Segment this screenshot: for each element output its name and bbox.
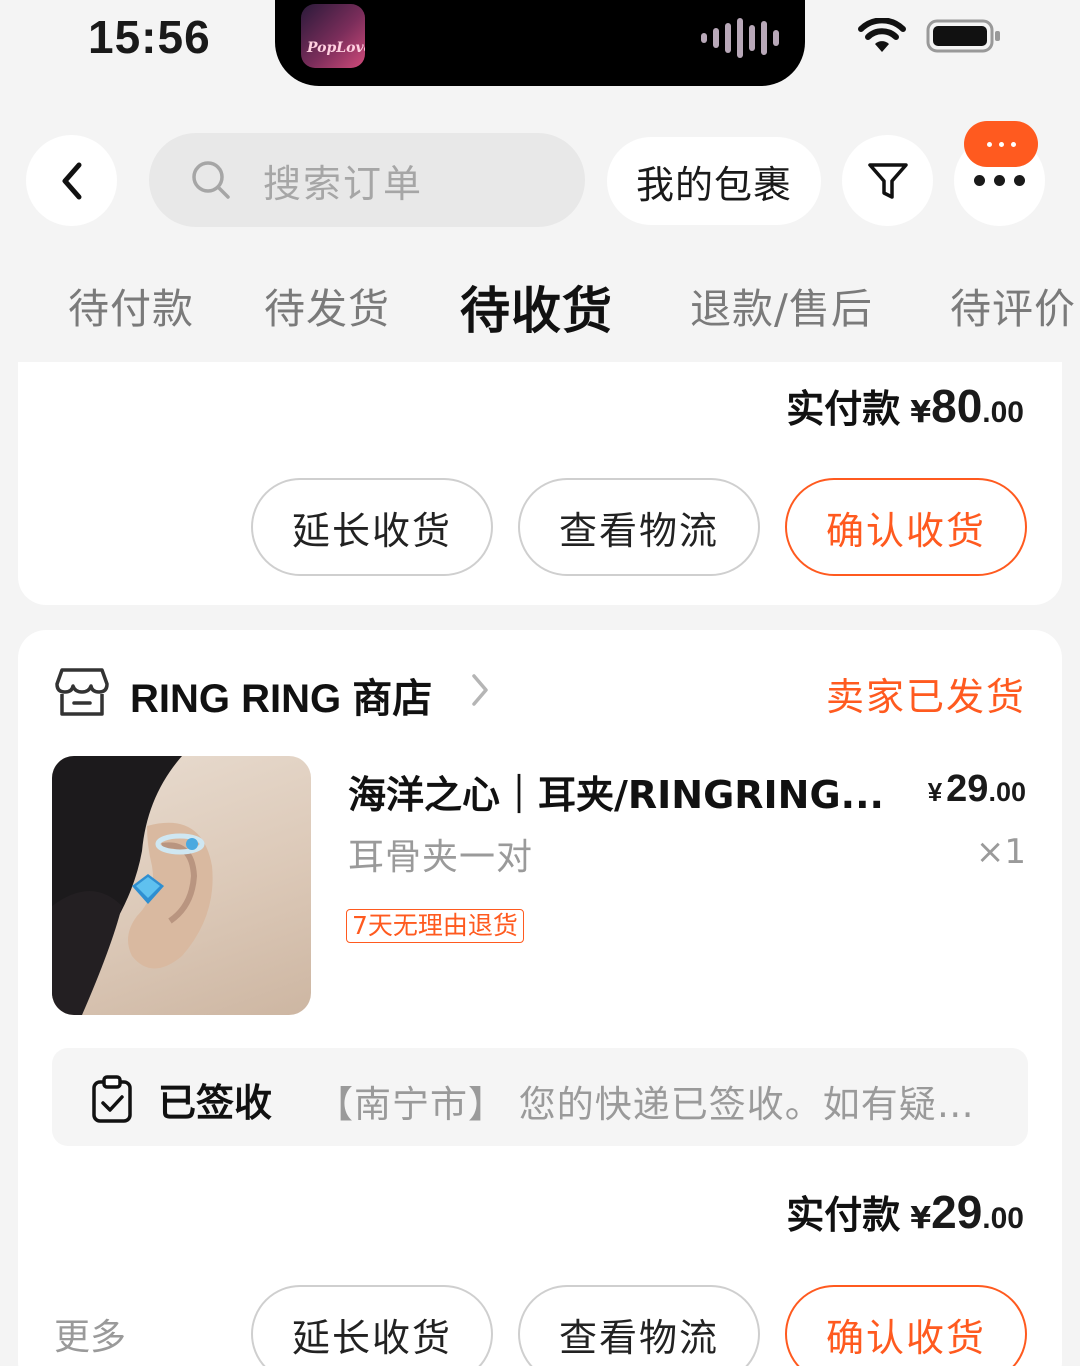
- order-card: 实付款 ¥ 80 .00 延长收货 查看物流 确认收货: [18, 362, 1062, 605]
- paid-decimal: .00: [982, 1202, 1024, 1235]
- battery-icon: [926, 19, 1000, 53]
- paid-decimal: .00: [982, 396, 1024, 429]
- chevron-right-icon[interactable]: [470, 672, 490, 708]
- return-policy-badge: 7天无理由退货: [346, 909, 524, 943]
- wifi-icon: [858, 18, 906, 52]
- paid-label: 实付款: [786, 1193, 901, 1237]
- audio-waveform-icon: [701, 16, 779, 60]
- store-icon[interactable]: [54, 666, 110, 720]
- search-input[interactable]: 搜索订单: [149, 133, 585, 227]
- now-playing-art-text: PopLove: [307, 40, 365, 56]
- more-link[interactable]: 更多: [54, 1308, 126, 1360]
- tab-refund-aftersale[interactable]: 退款/售后: [690, 275, 873, 335]
- tab-pending-payment[interactable]: 待付款: [68, 275, 194, 335]
- tracking-status: 已签收: [158, 1081, 273, 1125]
- order-card: RING RING 商店 卖家已发货 海洋之心｜耳夹/RINGRING... ¥…: [18, 630, 1062, 1366]
- paid-currency: ¥: [910, 395, 932, 430]
- tab-pending-receipt[interactable]: 待收货: [460, 271, 613, 343]
- earring-photo: [52, 756, 213, 1015]
- status-bar: 15:56 PopLove: [0, 0, 1080, 90]
- tab-pending-review[interactable]: 待评价: [950, 275, 1076, 335]
- paid-integer: 80: [931, 380, 983, 432]
- my-packages-button[interactable]: 我的包裹: [607, 137, 821, 225]
- price-currency: ¥: [927, 777, 943, 807]
- extend-receipt-button[interactable]: 延长收货: [251, 478, 493, 576]
- filter-button[interactable]: [842, 135, 933, 226]
- back-button[interactable]: [26, 135, 117, 226]
- extend-receipt-button[interactable]: 延长收货: [251, 1285, 493, 1366]
- view-logistics-button[interactable]: 查看物流: [518, 478, 760, 576]
- confirm-receipt-button[interactable]: 确认收货: [785, 478, 1027, 576]
- product-spec: 耳骨夹一对: [348, 837, 534, 878]
- tracking-message: 【南宁市】 您的快递已签收。如有疑…: [316, 1083, 975, 1126]
- product-price: ¥ 29 .00: [928, 768, 1026, 811]
- tab-pending-shipment[interactable]: 待发货: [264, 275, 390, 335]
- view-logistics-button[interactable]: 查看物流: [518, 1285, 760, 1366]
- confirm-receipt-button[interactable]: 确认收货: [785, 1285, 1027, 1366]
- search-placeholder: 搜索订单: [263, 161, 424, 206]
- order-status-tabs: 待付款 待发货 待收货 退款/售后 待评价: [0, 275, 1080, 365]
- order-status: 卖家已发货: [825, 675, 1026, 719]
- paid-label: 实付款: [786, 387, 901, 431]
- status-time: 15:56: [88, 11, 211, 63]
- dynamic-island[interactable]: PopLove: [275, 0, 805, 86]
- paid-amount: 实付款 ¥ 29 .00: [786, 1184, 1024, 1239]
- paid-integer: 29: [931, 1186, 983, 1238]
- price-decimal: .00: [988, 777, 1026, 807]
- product-title[interactable]: 海洋之心｜耳夹/RINGRING...: [348, 764, 888, 819]
- product-image[interactable]: [52, 756, 311, 1015]
- price-integer: 29: [946, 768, 989, 810]
- clipboard-check-icon: [92, 1075, 132, 1123]
- paid-amount: 实付款 ¥ 80 .00: [786, 378, 1024, 433]
- tracking-summary[interactable]: 已签收 【南宁市】 您的快递已签收。如有疑…: [52, 1048, 1028, 1146]
- paid-currency: ¥: [910, 1201, 932, 1236]
- filter-icon: [867, 162, 908, 199]
- shop-name[interactable]: RING RING 商店: [130, 666, 432, 724]
- search-icon: [192, 161, 230, 199]
- chevron-left-icon: [62, 162, 81, 199]
- product-quantity: ×1: [975, 832, 1026, 872]
- now-playing-artwork[interactable]: PopLove: [301, 4, 365, 68]
- message-badge[interactable]: [964, 121, 1038, 167]
